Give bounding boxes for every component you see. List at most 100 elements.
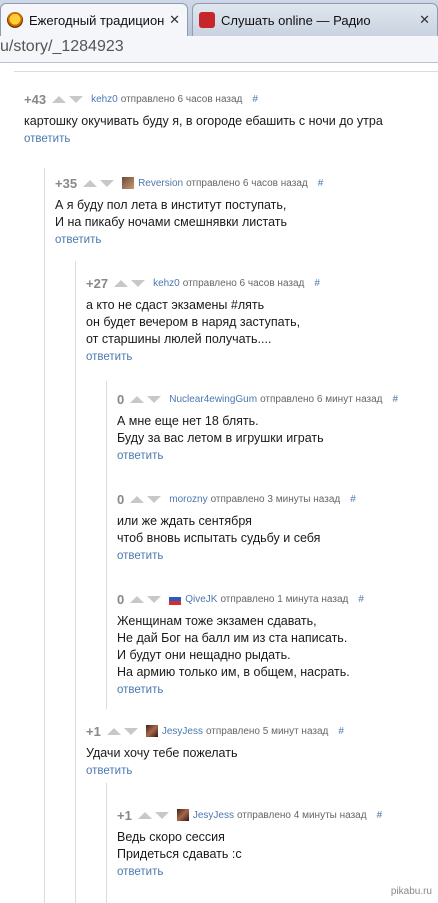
comment-author-link[interactable]: JesyJess xyxy=(193,810,234,821)
downvote-icon[interactable] xyxy=(147,495,162,503)
comment-line: И на пикабу ночами смешнявки листать xyxy=(55,215,288,229)
upvote-icon[interactable] xyxy=(52,95,67,103)
downvote-icon[interactable] xyxy=(147,395,162,403)
downvote-icon[interactable] xyxy=(100,179,115,187)
upvote-icon[interactable] xyxy=(106,727,121,735)
comment-timestamp: отправлено 4 минуты назад xyxy=(236,809,367,821)
comment-permalink[interactable]: # xyxy=(318,178,324,189)
comment-permalink[interactable]: # xyxy=(350,494,356,505)
comment-rating: 0 xyxy=(117,491,125,507)
close-icon[interactable]: ✕ xyxy=(169,12,180,28)
comment-text: А мне еще нет 18 блять. Буду за вас лето… xyxy=(117,413,398,447)
comment-timestamp: отправлено 3 минуты назад xyxy=(210,493,341,505)
upvote-icon[interactable] xyxy=(137,811,152,819)
reply-link[interactable]: ответить xyxy=(117,684,364,696)
comment: +1 JesyJess отправлено 5 минут назад # У… xyxy=(86,723,344,778)
comment-permalink[interactable]: # xyxy=(393,394,399,405)
reply-link[interactable]: ответить xyxy=(117,450,398,462)
comment-author-link[interactable]: Reversion xyxy=(138,178,183,189)
downvote-icon[interactable] xyxy=(131,279,146,287)
comment-timestamp: отправлено 6 часов назад xyxy=(182,277,305,289)
comment-line: он будет вечером в наряд заступать, xyxy=(86,315,301,329)
comment-line: картошку окучивать буду я, в огороде еба… xyxy=(24,114,383,128)
comment-author-link[interactable]: kehz0 xyxy=(91,94,118,105)
comment-line: Женщинам тоже экзамен сдавать, xyxy=(117,614,317,628)
reply-link[interactable]: ответить xyxy=(117,550,356,562)
downvote-icon[interactable] xyxy=(123,727,138,735)
comment-text: А я буду пол лета в институт поступать, … xyxy=(55,197,323,231)
comment-line: И будут они нещадно рыдать. xyxy=(117,648,291,662)
comment-author-link[interactable]: Nuclear4ewingGum xyxy=(169,394,257,405)
comment-line: А мне еще нет 18 блять. xyxy=(117,414,259,428)
tab-radio[interactable]: Слушать online — Радио ✕ xyxy=(192,3,438,36)
reply-link[interactable]: ответить xyxy=(86,351,320,363)
avatar[interactable] xyxy=(176,809,189,821)
comment: 0 QiveJK отправлено 1 минута назад # Жен… xyxy=(117,591,364,697)
comment-text: Ведь скоро сессия Придеться сдавать :с xyxy=(117,829,382,863)
comment: 0 Nuclear4ewingGum отправлено 6 минут на… xyxy=(117,391,399,463)
upvote-icon[interactable] xyxy=(114,279,129,287)
watermark: pikabu.ru xyxy=(390,886,432,897)
comment-line: чтоб вновь испытать судьбу и себя xyxy=(117,531,321,545)
tab-title: Слушать online — Радио xyxy=(221,12,371,28)
avatar[interactable] xyxy=(145,725,158,737)
comment: 0 morozny отправлено 3 минуты назад # ил… xyxy=(117,491,356,563)
comment-text: картошку окучивать буду я, в огороде еба… xyxy=(24,113,383,130)
upvote-icon[interactable] xyxy=(83,179,98,187)
comment-text: или же ждать сентября чтоб вновь испытат… xyxy=(117,513,356,547)
comment: +35 Reversion отправлено 6 часов назад #… xyxy=(55,175,324,247)
tab-bar: Ежегодный традиционны ✕ Слушать online —… xyxy=(0,0,438,36)
url-text[interactable]: u/story/_1284923 xyxy=(0,38,124,56)
comment-timestamp: отправлено 6 часов назад xyxy=(186,177,308,189)
comment-rating: 0 xyxy=(117,591,125,607)
reply-link[interactable]: ответить xyxy=(55,234,323,246)
comment-author-link[interactable]: QiveJK xyxy=(185,594,217,605)
address-bar[interactable]: u/story/_1284923 xyxy=(0,36,438,63)
comment-permalink[interactable]: # xyxy=(314,278,320,289)
tab-title: Ежегодный традиционны xyxy=(29,12,165,28)
thread-line xyxy=(106,381,107,709)
comment: +43 kehz0 отправлено 6 часов назад # кар… xyxy=(24,91,383,146)
thread-line xyxy=(75,261,76,903)
radio-favicon-icon xyxy=(199,12,215,28)
downvote-icon[interactable] xyxy=(154,811,169,819)
comment-timestamp: отправлено 1 минута назад xyxy=(220,593,349,605)
reply-link[interactable]: ответить xyxy=(24,133,383,145)
comment-rating: +27 xyxy=(86,275,109,291)
comment-permalink[interactable]: # xyxy=(252,94,258,105)
comment-line: Не дай Бог на балл им из ста написать. xyxy=(117,631,348,645)
upvote-icon[interactable] xyxy=(130,495,145,503)
tab-pikabu[interactable]: Ежегодный традиционны ✕ xyxy=(0,3,188,36)
comment-timestamp: отправлено 6 часов назад xyxy=(120,93,243,105)
comment-line: а кто не сдаст экзамены #лять xyxy=(86,298,265,312)
comment-line: Удачи хочу тебе пожелать xyxy=(86,746,238,760)
comment: +1 JesyJess отправлено 4 минуты назад # … xyxy=(117,807,383,879)
downvote-icon[interactable] xyxy=(69,95,84,103)
comment-timestamp: отправлено 5 минут назад xyxy=(205,725,329,737)
avatar[interactable] xyxy=(169,593,182,605)
comment-text: Удачи хочу тебе пожелать xyxy=(86,745,344,762)
comment-text: Женщинам тоже экзамен сдавать, Не дай Бо… xyxy=(117,613,364,681)
comment-line: или же ждать сентября xyxy=(117,514,252,528)
reply-link[interactable]: ответить xyxy=(86,765,344,777)
upvote-icon[interactable] xyxy=(130,395,145,403)
divider xyxy=(14,71,438,72)
comment: +27 kehz0 отправлено 6 часов назад # а к… xyxy=(86,275,320,364)
comment-timestamp: отправлено 6 минут назад xyxy=(260,393,383,405)
thread-line xyxy=(44,168,45,903)
upvote-icon[interactable] xyxy=(130,595,145,603)
reply-link[interactable]: ответить xyxy=(117,866,382,878)
comment-author-link[interactable]: morozny xyxy=(169,494,207,505)
pikabu-favicon-icon xyxy=(7,12,23,28)
comment-permalink[interactable]: # xyxy=(338,726,344,737)
comment-line: На армию только им, в общем, насрать. xyxy=(117,665,350,679)
comment-permalink[interactable]: # xyxy=(377,810,383,821)
comment-permalink[interactable]: # xyxy=(358,594,364,605)
close-icon[interactable]: ✕ xyxy=(419,12,430,28)
avatar[interactable] xyxy=(122,177,135,189)
comment-line: от старшины люлей получать.... xyxy=(86,332,272,346)
downvote-icon[interactable] xyxy=(147,595,162,603)
comment-author-link[interactable]: kehz0 xyxy=(153,278,180,289)
comment-line: Придеться сдавать :с xyxy=(117,847,242,861)
comment-author-link[interactable]: JesyJess xyxy=(162,726,203,737)
